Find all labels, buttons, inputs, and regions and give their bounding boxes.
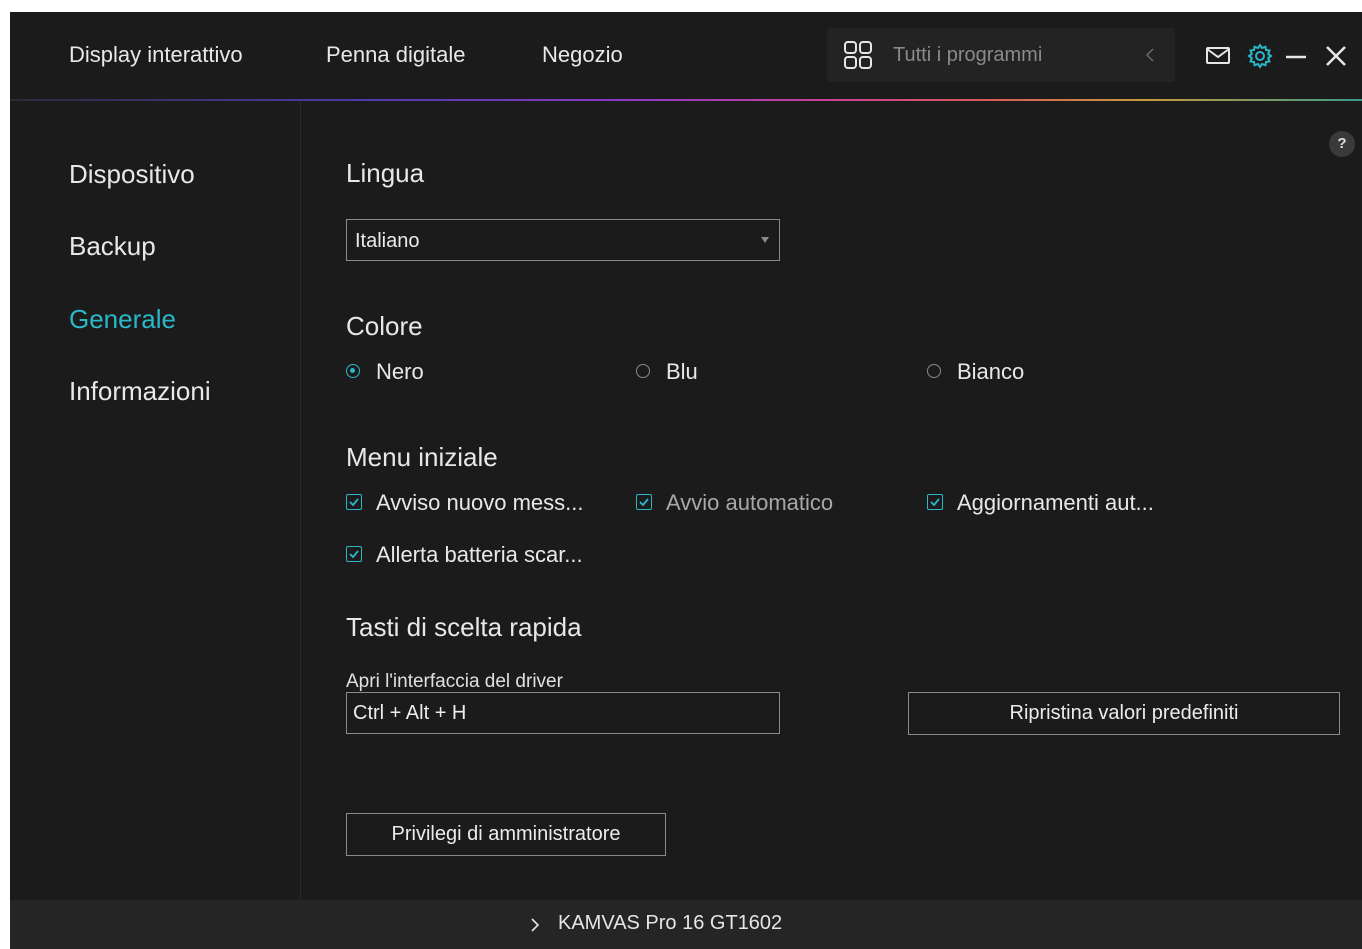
radio-empty-icon xyxy=(636,364,650,378)
radio-selected-icon xyxy=(346,364,360,378)
device-footer[interactable]: KAMVAS Pro 16 GT1602 xyxy=(10,900,1362,949)
reset-defaults-button[interactable]: Ripristina valori predefiniti xyxy=(908,692,1340,735)
radio-label: Bianco xyxy=(957,359,1025,384)
checkbox-checked-icon xyxy=(346,494,362,510)
gear-icon[interactable] xyxy=(1246,42,1274,70)
checkbox-checked-icon xyxy=(927,494,943,510)
color-title: Colore xyxy=(346,311,423,341)
dropdown-caret-icon xyxy=(761,237,769,243)
hotkey-label: Apri l'interfaccia del driver xyxy=(346,671,563,692)
nav-display-interattivo[interactable]: Display interattivo xyxy=(69,42,243,68)
help-icon[interactable]: ? xyxy=(1329,131,1355,157)
sidebar-item-backup[interactable]: Backup xyxy=(69,231,156,262)
minimize-icon[interactable] xyxy=(1282,42,1310,70)
radio-empty-icon xyxy=(927,364,941,378)
language-title: Lingua xyxy=(346,158,425,188)
checkbox-label: Avviso nuovo mess... xyxy=(376,490,584,515)
device-name: KAMVAS Pro 16 GT1602 xyxy=(558,912,783,934)
chevron-left-icon[interactable] xyxy=(1139,40,1163,70)
hotkeys-title: Tasti di scelta rapida xyxy=(346,612,582,642)
radio-label: Nero xyxy=(376,359,424,384)
nav-negozio[interactable]: Negozio xyxy=(542,42,623,68)
top-bar: Display interattivo Penna digitale Negoz… xyxy=(10,12,1362,101)
sidebar-item-generale[interactable]: Generale xyxy=(69,304,176,335)
checkbox-label: Avvio automatico xyxy=(666,490,834,515)
chevron-right-icon[interactable] xyxy=(528,917,542,933)
admin-privileges-button[interactable]: Privilegi di amministratore xyxy=(346,813,666,856)
program-selector[interactable] xyxy=(827,28,1175,82)
hotkey-input[interactable] xyxy=(346,692,780,734)
close-icon[interactable] xyxy=(1322,42,1350,70)
mail-icon[interactable] xyxy=(1204,42,1232,70)
checkbox-label: Aggiornamenti aut... xyxy=(957,490,1154,515)
nav-penna-digitale[interactable]: Penna digitale xyxy=(326,42,465,68)
sidebar-item-informazioni[interactable]: Informazioni xyxy=(69,376,211,407)
checkbox-checked-icon xyxy=(636,494,652,510)
checkbox-label: Allerta batteria scar... xyxy=(376,542,583,567)
settings-panel: ? Lingua Italiano Colore Nero Blu Bianco… xyxy=(301,101,1362,900)
app-window: Display interattivo Penna digitale Negoz… xyxy=(10,12,1362,949)
radio-label: Blu xyxy=(666,359,698,384)
sidebar-item-dispositivo[interactable]: Dispositivo xyxy=(69,159,195,190)
language-select[interactable]: Italiano xyxy=(346,219,780,261)
grid-icon[interactable] xyxy=(843,40,873,70)
program-search-input[interactable] xyxy=(893,40,1123,70)
checkbox-checked-icon xyxy=(346,546,362,562)
sidebar: Dispositivo Backup Generale Informazioni xyxy=(10,101,301,900)
startup-title: Menu iniziale xyxy=(346,442,498,472)
language-selected-value: Italiano xyxy=(355,230,420,252)
